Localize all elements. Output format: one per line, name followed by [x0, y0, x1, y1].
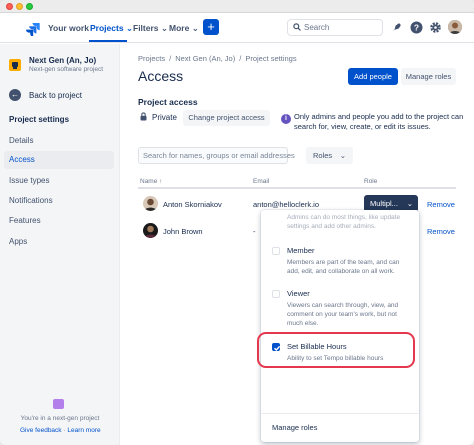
search-placeholder: Search [304, 23, 330, 32]
sidebar-footer-links: Give feedback · Learn more [20, 427, 101, 434]
nav-more-label: More [169, 23, 190, 33]
project-avatar-icon [9, 59, 21, 71]
user-avatar[interactable] [448, 20, 462, 34]
nav-filters-label: Filters [133, 23, 159, 33]
member-name: John Brown [163, 227, 203, 236]
sidebar-item-apps[interactable]: Apps [4, 233, 114, 251]
access-info-text: Only admins and people you add to the pr… [294, 112, 464, 131]
sidebar-item-issue-types[interactable]: Issue types [4, 172, 114, 190]
maximize-window-button[interactable] [26, 3, 33, 10]
help-icon[interactable]: ? [410, 21, 423, 34]
project-type: Next-gen software project [29, 66, 104, 73]
admin-role-description: Admins can do most things, like update s… [287, 214, 401, 230]
nav-projects[interactable]: Projects ⌄ [90, 22, 133, 34]
window-titlebar [0, 0, 474, 13]
breadcrumb-settings[interactable]: Project settings [245, 54, 296, 63]
role-options-dropdown: Admins can do most things, like update s… [261, 210, 419, 442]
member-email: anton@helloclerk.io [253, 200, 319, 209]
member-checkbox[interactable] [272, 247, 280, 255]
member-email: - [253, 227, 256, 236]
back-to-project-link[interactable]: ← Back to project [9, 89, 115, 103]
role-option-title: Member [287, 246, 315, 255]
column-header-role: Role [364, 178, 378, 185]
breadcrumb: Projects / Next Gen (An, Jo) / Project setti… [138, 54, 297, 63]
notifications-icon[interactable] [390, 21, 403, 34]
column-header-name[interactable]: Name ↑ [140, 178, 162, 185]
breadcrumb-project[interactable]: Next Gen (An, Jo) [175, 54, 235, 63]
create-button[interactable]: + [203, 19, 219, 35]
avatar [143, 223, 158, 238]
svg-text:?: ? [414, 23, 419, 33]
chevron-down-icon: ⌄ [125, 23, 134, 33]
role-option-description: Viewers can search through, view, and co… [287, 302, 399, 327]
minimize-window-button[interactable] [16, 3, 23, 10]
arrow-left-icon: ← [9, 89, 21, 101]
avatar [143, 196, 158, 211]
remove-member-link[interactable]: Remove [427, 227, 455, 236]
jira-logo-icon[interactable] [26, 22, 40, 36]
role-option-member[interactable]: Member Members are part of the team, and… [261, 244, 419, 292]
next-gen-notice: You're in a next-gen project [20, 415, 100, 422]
search-icon [293, 23, 301, 31]
sort-arrow-icon: ↑ [159, 178, 163, 185]
manage-roles-button[interactable]: Manage roles [401, 68, 456, 85]
active-nav-indicator [89, 40, 127, 42]
sidebar-item-notifications[interactable]: Notifications [4, 192, 114, 210]
nav-filters[interactable]: Filters ⌄ [133, 22, 168, 34]
sidebar-section-title: Project settings [9, 115, 70, 124]
chevron-down-icon: ⌄ [160, 23, 169, 33]
add-people-button[interactable]: Add people [348, 68, 398, 85]
role-select-label: Multipl... [370, 199, 398, 208]
chevron-down-icon: ⌄ [191, 23, 199, 33]
app-window: Your work Projects ⌄ Filters ⌄ More ⌄ + … [0, 0, 474, 445]
breadcrumb-separator: / [169, 54, 172, 63]
nav-projects-label: Projects [90, 23, 124, 33]
table-header-divider [138, 187, 456, 189]
people-search-input[interactable]: Search for names, groups or email addres… [138, 147, 295, 164]
lock-icon [140, 112, 147, 121]
main-content: Projects / Next Gen (An, Jo) / Project setti… [121, 44, 474, 445]
top-navigation: Your work Projects ⌄ Filters ⌄ More ⌄ + … [0, 14, 474, 43]
nav-your-work[interactable]: Your work [48, 22, 89, 34]
settings-gear-icon[interactable] [429, 21, 442, 34]
back-to-project-label: Back to project [29, 91, 82, 100]
highlight-annotation [257, 332, 415, 368]
role-option-title: Viewer [287, 289, 310, 298]
breadcrumb-separator: / [239, 54, 242, 63]
project-sidebar: Next Gen (An, Jo) Next-gen software proj… [0, 44, 120, 445]
chevron-down-icon: ⌄ [339, 151, 346, 160]
nav-more[interactable]: More ⌄ [169, 22, 199, 34]
project-name: Next Gen (An, Jo) [29, 56, 97, 65]
roles-filter-label: Roles [313, 151, 333, 160]
change-project-access-button[interactable]: Change project access [183, 110, 270, 126]
remove-member-link[interactable]: Remove [427, 200, 455, 209]
sidebar-item-details[interactable]: Details [4, 132, 114, 150]
viewer-checkbox[interactable] [272, 290, 280, 298]
roles-filter-dropdown[interactable]: Roles ⌄ [306, 147, 353, 164]
role-option-description: Members are part of the team, and can ad… [287, 259, 400, 275]
column-name-label: Name [140, 178, 158, 185]
sidebar-item-features[interactable]: Features [4, 212, 114, 230]
role-option-viewer[interactable]: Viewer Viewers can search through, view,… [261, 287, 419, 335]
column-header-email: Email [253, 178, 270, 185]
dropdown-manage-roles[interactable]: Manage roles [272, 423, 317, 432]
sidebar-item-access[interactable]: Access [4, 151, 114, 169]
access-level-label: Private [152, 113, 177, 122]
people-search-placeholder: Search for names, groups or email addres… [143, 151, 295, 160]
project-access-heading: Project access [138, 97, 198, 107]
access-level: Private [140, 112, 177, 122]
dropdown-divider [261, 413, 419, 414]
close-window-button[interactable] [6, 3, 13, 10]
give-feedback-link[interactable]: Give feedback [20, 427, 62, 434]
info-icon: i [281, 114, 291, 124]
search-input[interactable]: Search [287, 19, 383, 36]
breadcrumb-projects[interactable]: Projects [138, 54, 165, 63]
page-title: Access [138, 68, 184, 84]
next-gen-icon [53, 399, 64, 409]
member-name: Anton Skorniakov [163, 200, 222, 209]
learn-more-link[interactable]: Learn more [67, 427, 100, 434]
